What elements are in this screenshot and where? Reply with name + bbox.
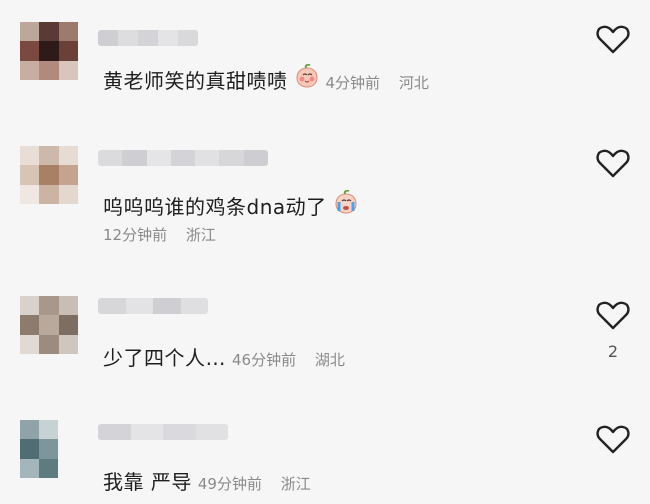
blush-peach-emoji [295, 64, 318, 88]
crying-peach-emoji [335, 190, 357, 214]
comment-location: 浙江 [280, 475, 311, 493]
avatar[interactable] [20, 22, 78, 80]
comment-time: 49分钟前 [197, 475, 262, 493]
like-heart-icon[interactable] [596, 424, 630, 454]
comment-location: 河北 [398, 74, 429, 92]
username-blurred[interactable] [98, 424, 228, 440]
avatar[interactable] [20, 420, 58, 478]
comment-text: 黄老师笑的真甜啧啧 [103, 69, 288, 93]
username-blurred[interactable] [98, 298, 208, 314]
comment-time: 12分钟前 [103, 226, 168, 244]
username-blurred[interactable] [98, 150, 268, 166]
like-heart-icon[interactable] [596, 300, 630, 330]
comment-location: 浙江 [185, 226, 216, 244]
comment-location: 湖北 [314, 351, 345, 369]
avatar[interactable] [20, 296, 78, 354]
comment-time: 46分钟前 [232, 351, 297, 369]
comment-text: 呜呜呜谁的鸡条dna动了 [103, 195, 327, 219]
comment-text: 我靠 严导 [103, 470, 192, 494]
like-heart-icon[interactable] [596, 148, 630, 178]
comment-meta: 49分钟前 浙江 [198, 473, 311, 494]
avatar[interactable] [20, 146, 78, 204]
like-heart-icon[interactable] [596, 24, 630, 54]
like-count: 2 [607, 342, 619, 361]
comment-meta: 46分钟前 湖北 [232, 349, 345, 370]
comment-meta: 4分钟前 河北 [326, 72, 429, 93]
comment-time: 4分钟前 [325, 74, 381, 92]
username-blurred[interactable] [98, 30, 198, 46]
comment-meta: 12分钟前 浙江 [103, 224, 216, 245]
comment-text: 少了四个人… [103, 346, 226, 370]
